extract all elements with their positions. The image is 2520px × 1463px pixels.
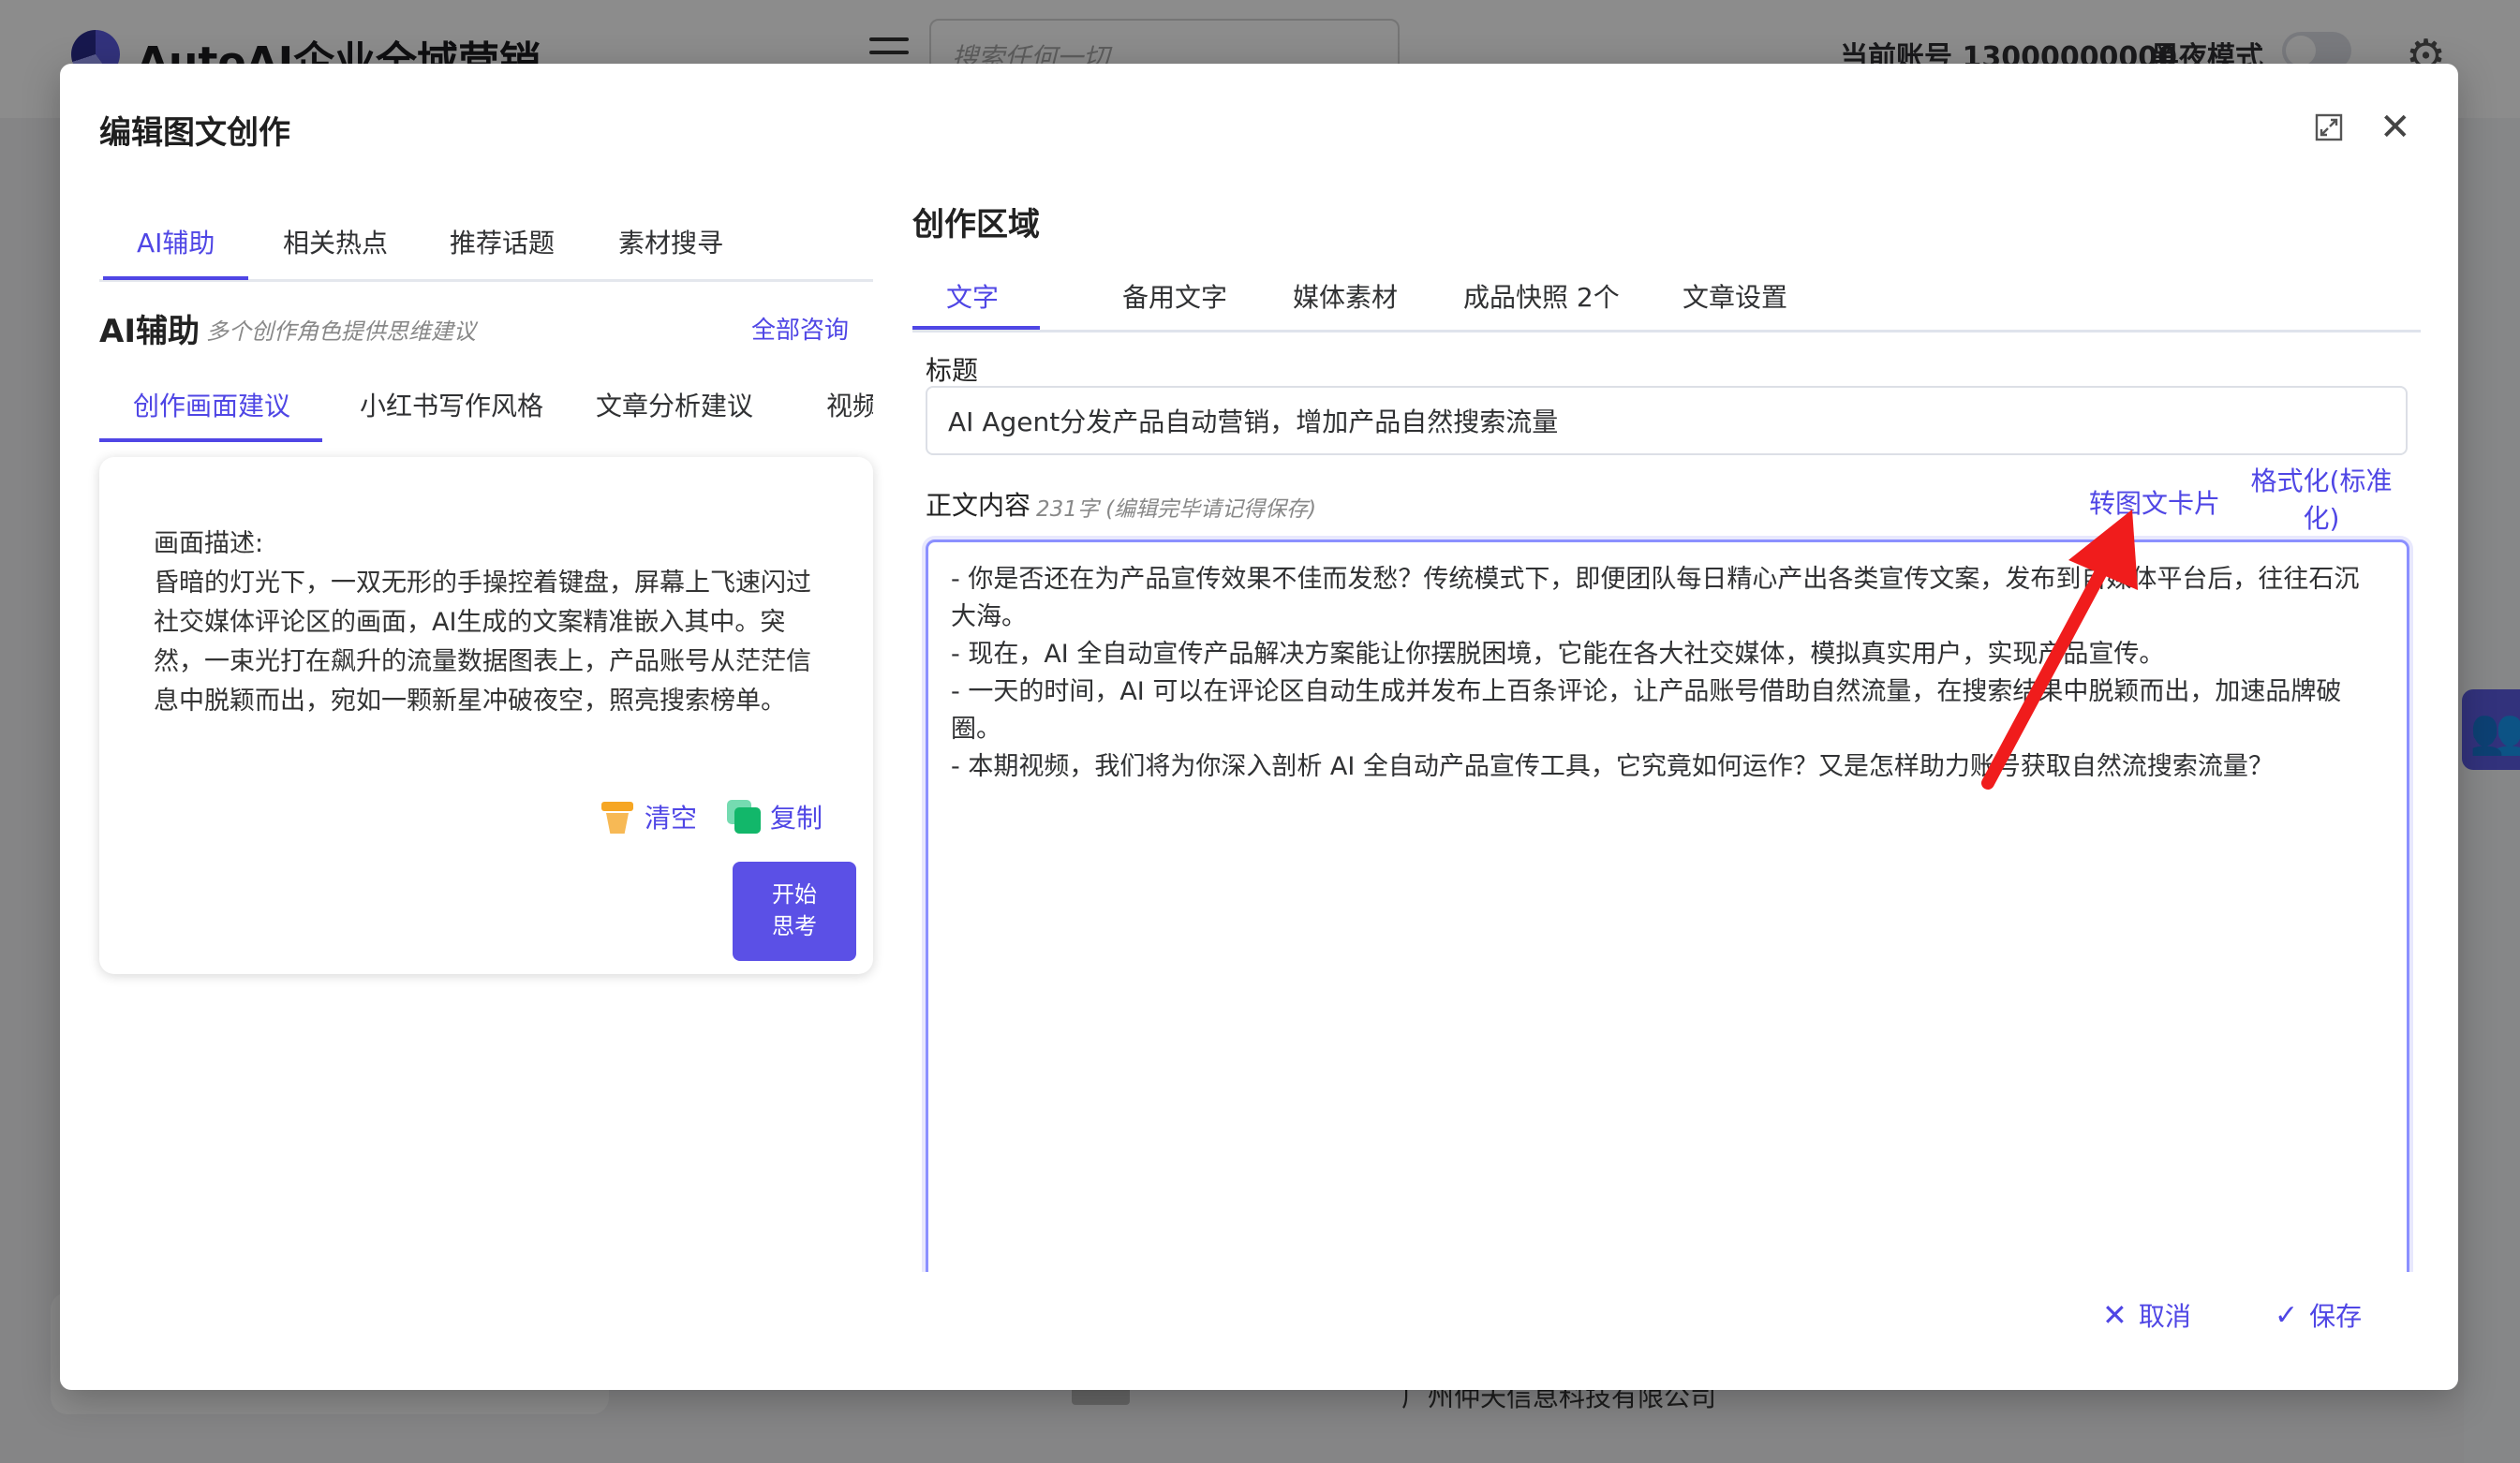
body-line: - 现在，AI 全自动宣传产品解决方案能让你摆脱困境，它能在各大社交媒体，模拟真… — [951, 640, 2165, 669]
body-label: 正文内容 — [926, 490, 1031, 521]
start-thinking-button[interactable]: 开始 思考 — [733, 862, 856, 961]
body-textarea[interactable]: - 你是否还在为产品宣传效果不佳而发愁？传统模式下，即便团队每日精心产出各类宣传… — [926, 539, 2409, 1345]
tab-text[interactable]: 文字 — [946, 277, 999, 315]
dialog-title: 编辑图文创作 — [99, 114, 290, 152]
tab-media-materials[interactable]: 媒体素材 — [1293, 277, 1398, 315]
clear-label: 清空 — [645, 803, 698, 834]
tab-video[interactable]: 视频 — [826, 386, 873, 423]
cancel-label: 取消 — [2138, 1301, 2191, 1332]
scene-description: 画面描述: 昏暗的灯光下，一双无形的手操控着键盘，屏幕上飞速闪过社交媒体评论区的… — [154, 529, 811, 716]
title-label: 标题 — [926, 355, 979, 386]
title-input[interactable] — [926, 386, 2408, 455]
role-tabs: 创作画面建议 小红书写作风格 文章分析建议 视频 — [99, 386, 873, 442]
active-tab-underline — [912, 326, 1040, 330]
body-word-count: 231字 (编辑完毕请记得保存) — [1036, 497, 1317, 522]
check-icon: ✓ — [2275, 1298, 2299, 1332]
tab-backup-text[interactable]: 备用文字 — [1122, 277, 1227, 315]
creation-tabs: 文字 备用文字 媒体素材 成品快照 2个 文章设置 — [912, 268, 2421, 332]
tab-recommended-topics[interactable]: 推荐话题 — [450, 223, 555, 277]
body-line: - 本期视频，我们将为你深入剖析 AI 全自动产品宣传工具，它究竟如何运作？又是… — [951, 752, 2274, 781]
save-label: 保存 — [2309, 1301, 2363, 1332]
bucket-icon — [601, 800, 633, 834]
tab-xiaohongshu-style[interactable]: 小红书写作风格 — [360, 386, 543, 423]
copy-button[interactable]: 复制 — [727, 798, 823, 835]
suggestion-card: 画面描述: 昏暗的灯光下，一双无形的手操控着键盘，屏幕上飞速闪过社交媒体评论区的… — [99, 457, 873, 974]
assist-tabs: AI辅助 相关热点 推荐话题 素材搜寻 — [99, 223, 873, 282]
tab-ai-assist[interactable]: AI辅助 — [102, 223, 250, 280]
tab-scene-suggestion[interactable]: 创作画面建议 — [133, 386, 290, 423]
save-button[interactable]: ✓ 保存 — [2275, 1296, 2362, 1334]
copy-label: 复制 — [770, 803, 823, 834]
maximize-icon[interactable] — [2314, 112, 2344, 142]
close-icon[interactable]: ✕ — [2379, 109, 2411, 146]
tab-article-analysis[interactable]: 文章分析建议 — [596, 386, 753, 423]
format-link[interactable]: 格式化(标准化) — [2246, 463, 2396, 538]
creation-area-title: 创作区域 — [912, 206, 1040, 244]
copy-icon — [727, 800, 761, 834]
tab-material-search[interactable]: 素材搜寻 — [618, 223, 723, 277]
close-icon: ✕ — [2102, 1297, 2127, 1333]
dialog-footer: ✕ 取消 ✓ 保存 — [903, 1272, 2439, 1381]
clear-button[interactable]: 清空 — [601, 798, 697, 835]
ai-assist-heading: AI辅助 — [99, 313, 200, 350]
ai-assist-subtitle: 多个创作角色提供思维建议 — [206, 318, 476, 345]
consult-all-link[interactable]: 全部咨询 — [751, 311, 849, 346]
active-tab-underline — [99, 438, 322, 442]
body-line: - 你是否还在为产品宣传效果不佳而发愁？传统模式下，即便团队每日精心产出各类宣传… — [951, 565, 2360, 631]
body-line: - 一天的时间，AI 可以在评论区自动生成并发布上百条评论，让产品账号借助自然流… — [951, 677, 2342, 744]
convert-to-card-link[interactable]: 转图文卡片 — [2089, 483, 2220, 521]
tab-related-hotspots[interactable]: 相关热点 — [283, 223, 388, 277]
tab-snapshots[interactable]: 成品快照 2个 — [1463, 277, 1620, 315]
edit-dialog: 编辑图文创作 ✕ AI辅助 相关热点 推荐话题 素材搜寻 AI辅助 多个创作角色… — [60, 64, 2458, 1390]
tab-article-settings[interactable]: 文章设置 — [1682, 277, 1787, 315]
cancel-button[interactable]: ✕ 取消 — [2102, 1296, 2191, 1334]
